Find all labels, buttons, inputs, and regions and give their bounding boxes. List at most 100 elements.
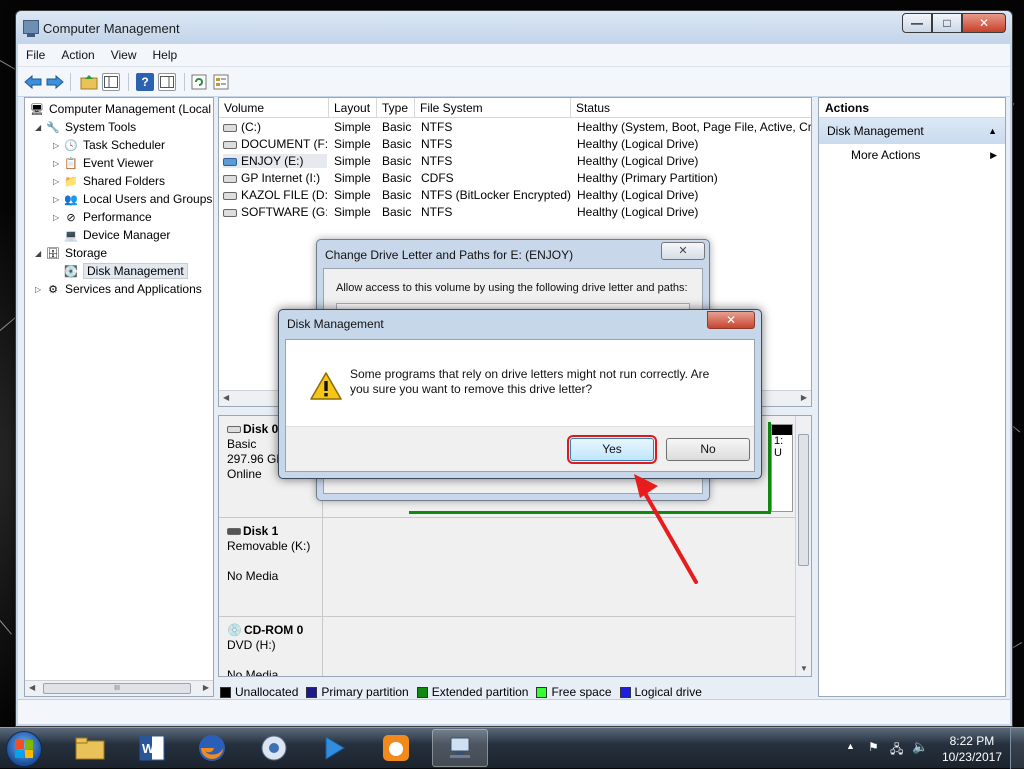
legend-swatch-logical (619, 686, 631, 698)
cdrom-0-partitions[interactable] (323, 617, 811, 676)
tree-label: Performance (83, 210, 152, 224)
more-actions-item[interactable]: More Actions ▶ (819, 144, 1005, 166)
table-row[interactable]: GP Internet (I:) Simple Basic CDFS Healt… (219, 170, 811, 187)
column-header-status[interactable]: Status (571, 98, 811, 118)
tree-item-root[interactable]: 🖥 Computer Management (Local (29, 100, 211, 118)
taskbar: W ▲ ⚑ 🖧 🔈 8:22 PM 10/23/2017 (0, 727, 1024, 769)
table-row[interactable]: SOFTWARE (G:) Simple Basic NTFS Healthy … (219, 204, 811, 221)
legend-swatch-primary (306, 686, 318, 698)
partition-block[interactable]: 1: U (771, 424, 793, 512)
taskbar-play[interactable] (306, 729, 362, 767)
taskbar-computer-management[interactable] (432, 729, 488, 767)
drive-icon (223, 123, 237, 132)
dialog-close-button[interactable]: ✕ (661, 242, 705, 260)
help-icon[interactable]: ? (136, 73, 154, 91)
collapsed-triangle-icon[interactable]: ▷ (53, 141, 63, 150)
table-row[interactable]: (C:) Simple Basic NTFS Healthy (System, … (219, 119, 811, 136)
play-icon (325, 736, 345, 760)
disk-type: DVD (H:) (227, 638, 276, 652)
collapse-triangle-icon[interactable]: ▲ (988, 118, 997, 144)
drive-icon (223, 140, 237, 149)
services-icon: ⚙ (48, 283, 58, 296)
table-row[interactable]: ENJOY (E:) Simple Basic NTFS Healthy (Lo… (219, 153, 811, 170)
tree-item-disk-management[interactable]: 💽 Disk Management (63, 262, 188, 280)
menu-file[interactable]: File (18, 48, 53, 62)
title-bar[interactable]: Computer Management — □ ✕ (16, 11, 1012, 43)
filesystem-cell: NTFS (421, 205, 453, 219)
tree-item-task-scheduler[interactable]: ▷ 🕓 Task Scheduler (53, 136, 165, 154)
tree-label: System Tools (65, 120, 137, 134)
menu-help[interactable]: Help (145, 48, 186, 62)
tree-item-device-manager[interactable]: 💻 Device Manager (63, 226, 170, 244)
scroll-down-arrow-icon[interactable]: ▼ (800, 664, 808, 673)
svg-text:W: W (142, 741, 155, 756)
no-button[interactable]: No (666, 438, 750, 461)
tree-item-services[interactable]: ▷ ⚙ Services and Applications (35, 280, 202, 298)
start-button[interactable] (6, 731, 42, 767)
show-hide-action-pane-icon[interactable] (158, 73, 176, 91)
collapsed-triangle-icon[interactable]: ▷ (53, 195, 63, 204)
tree-item-system-tools[interactable]: ◢ 🔧 System Tools (35, 118, 136, 136)
collapsed-triangle-icon[interactable]: ▷ (35, 285, 45, 294)
filesystem-cell: NTFS (421, 154, 453, 168)
tree-horizontal-scrollbar[interactable]: ◀ III ▶ (25, 680, 213, 696)
forward-arrow-icon[interactable] (46, 73, 64, 91)
scroll-left-arrow-icon[interactable]: ◀ (223, 393, 229, 402)
taskbar-explorer[interactable] (62, 729, 118, 767)
cdrom-0-label[interactable]: 💿 CD-ROM 0 DVD (H:) No Media (219, 617, 323, 676)
show-hide-tree-icon[interactable] (102, 73, 120, 91)
tree-item-shared-folders[interactable]: ▷ 📁 Shared Folders (53, 172, 165, 190)
actions-section-disk-management[interactable]: Disk Management ▲ (819, 118, 1005, 144)
disk-vertical-scrollbar[interactable]: ▼ (795, 416, 811, 676)
minimize-button[interactable]: — (902, 13, 932, 33)
column-header-filesystem[interactable]: File System (415, 98, 571, 118)
tree-item-storage[interactable]: ◢ 🗄 Storage (35, 244, 107, 262)
volume-cell: GP Internet (I:) (223, 171, 327, 185)
network-icon[interactable]: 🖧 (890, 740, 903, 761)
scroll-left-arrow-icon[interactable]: ◀ (29, 683, 35, 692)
taskbar-firefox[interactable] (184, 729, 240, 767)
taskbar-word[interactable]: W (124, 729, 180, 767)
column-header-volume[interactable]: Volume (219, 98, 329, 118)
refresh-icon[interactable] (190, 73, 208, 91)
scroll-thumb[interactable]: III (43, 683, 191, 694)
disk-name: Disk 1 (243, 524, 279, 538)
yes-button[interactable]: Yes (567, 435, 657, 464)
volume-icon[interactable]: 🔈 (912, 739, 928, 755)
column-header-layout[interactable]: Layout (329, 98, 377, 118)
scroll-thumb[interactable] (798, 434, 809, 566)
show-desktop-button[interactable] (1010, 728, 1024, 769)
legend-label: Free space (551, 685, 612, 699)
legend-label: Primary partition (321, 685, 409, 699)
back-arrow-icon[interactable] (24, 73, 42, 91)
disk-1-partitions[interactable] (323, 518, 811, 617)
column-header-type[interactable]: Type (377, 98, 415, 118)
scroll-right-arrow-icon[interactable]: ▶ (203, 683, 209, 692)
show-hidden-icons-icon[interactable]: ▲ (846, 741, 855, 751)
menu-action[interactable]: Action (53, 48, 102, 62)
maximize-button[interactable]: □ (932, 13, 962, 33)
clock-date: 10/23/2017 (941, 750, 1002, 764)
properties-icon[interactable] (212, 73, 230, 91)
taskbar-uc-browser[interactable] (368, 729, 424, 767)
disk-1-label[interactable]: Disk 1 Removable (K:) No Media (219, 518, 323, 617)
tree-item-event-viewer[interactable]: ▷ 📋 Event Viewer (53, 154, 153, 172)
collapsed-triangle-icon[interactable]: ▷ (53, 159, 63, 168)
close-button[interactable]: ✕ (962, 13, 1006, 33)
tree-item-performance[interactable]: ▷ ⊘ Performance (53, 208, 152, 226)
tree-item-local-users[interactable]: ▷ 👥 Local Users and Groups (53, 190, 212, 208)
table-row[interactable]: KAZOL FILE (D:) Simple Basic NTFS (BitLo… (219, 187, 811, 204)
collapsed-triangle-icon[interactable]: ▷ (53, 213, 63, 222)
collapsed-triangle-icon[interactable]: ▷ (53, 177, 63, 186)
taskbar-media-player[interactable] (246, 729, 302, 767)
scroll-right-arrow-icon[interactable]: ▶ (801, 393, 807, 402)
up-folder-icon[interactable] (80, 73, 98, 91)
actions-section-label: Disk Management (827, 124, 924, 138)
expanded-triangle-icon[interactable]: ◢ (35, 123, 45, 132)
clock[interactable]: 8:22 PM 10/23/2017 (942, 733, 1002, 765)
menu-view[interactable]: View (103, 48, 145, 62)
action-center-flag-icon[interactable]: ⚑ (868, 740, 879, 754)
expanded-triangle-icon[interactable]: ◢ (35, 249, 45, 258)
modal-close-button[interactable]: ✕ (707, 311, 755, 329)
table-row[interactable]: DOCUMENT (F:) Simple Basic NTFS Healthy … (219, 136, 811, 153)
